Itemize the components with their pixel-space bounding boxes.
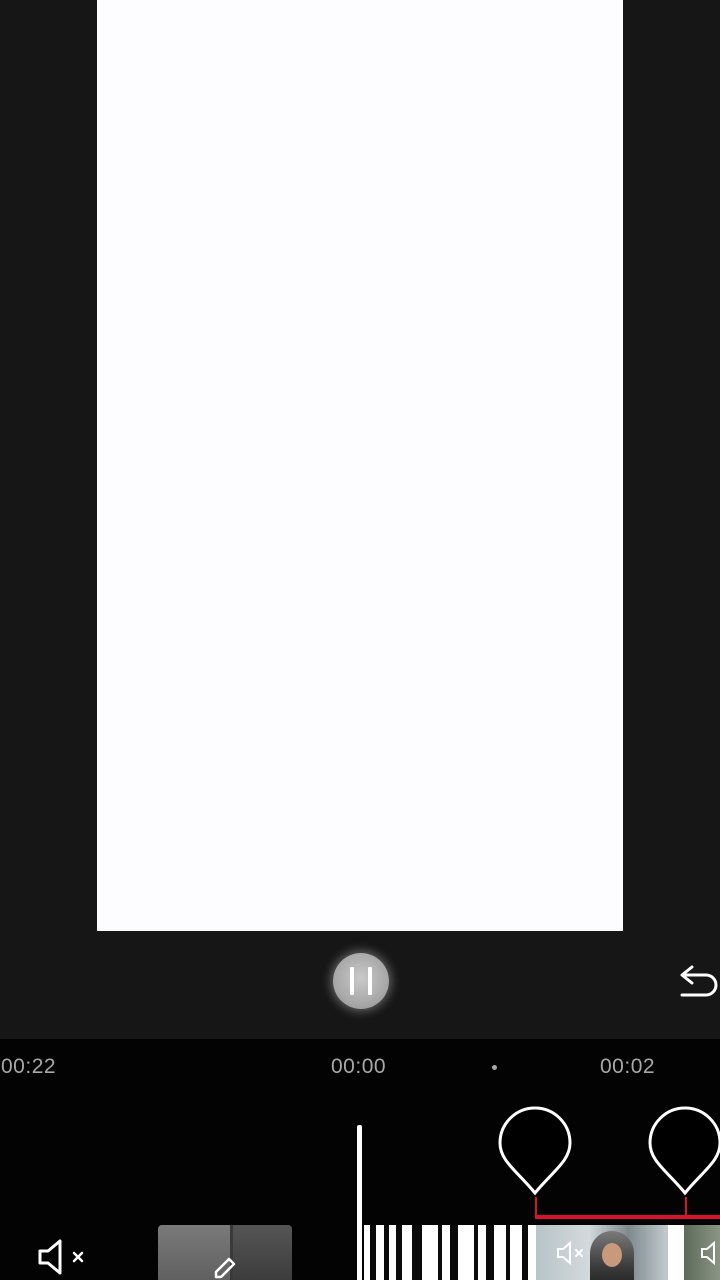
keyframe-marker[interactable] [647, 1105, 720, 1197]
time-dot [492, 1065, 497, 1070]
playback-controls-bar [0, 931, 720, 1039]
time-label-right: 00:02 [600, 1055, 656, 1078]
keyframe-marker[interactable] [497, 1105, 573, 1197]
keyframe-range-line [535, 1215, 720, 1219]
speaker-muted-icon [701, 1241, 715, 1265]
playhead[interactable] [357, 1125, 362, 1280]
cover-thumbnail[interactable] [158, 1225, 292, 1280]
speaker-muted-icon[interactable] [36, 1237, 90, 1277]
video-preview-canvas[interactable] [97, 0, 623, 931]
current-time-label: 00:00 [331, 1055, 387, 1078]
video-clip-thumbnail[interactable] [536, 1225, 668, 1280]
pause-button[interactable] [333, 953, 389, 1009]
time-label-left: 00:22 [1, 1055, 57, 1078]
keyframe-tick [535, 1197, 537, 1217]
video-editor-screen: 00:22 00:00 00:02 [0, 0, 720, 1280]
pencil-icon [214, 1257, 236, 1279]
keyframe-tick [685, 1197, 687, 1217]
undo-icon[interactable] [676, 961, 720, 1005]
speaker-muted-icon [557, 1241, 583, 1265]
timeline-panel: 00:22 00:00 00:02 [0, 1039, 720, 1280]
pause-icon [350, 967, 354, 995]
video-clip-thumbnail[interactable] [684, 1225, 720, 1280]
